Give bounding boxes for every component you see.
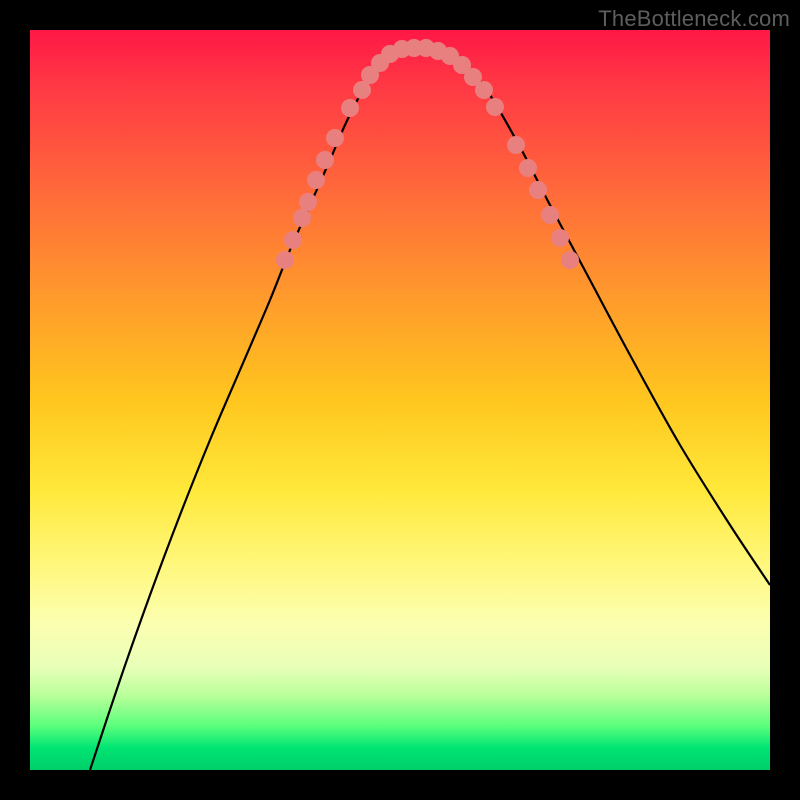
data-point-marker bbox=[341, 99, 359, 117]
curve-group bbox=[90, 47, 770, 770]
data-point-marker bbox=[475, 81, 493, 99]
chart-svg bbox=[30, 30, 770, 770]
data-point-marker bbox=[551, 229, 569, 247]
data-point-marker bbox=[284, 231, 302, 249]
data-point-marker bbox=[541, 206, 559, 224]
data-point-marker bbox=[529, 181, 547, 199]
bottleneck-curve bbox=[90, 47, 770, 770]
data-point-marker bbox=[519, 159, 537, 177]
marker-group bbox=[276, 39, 579, 269]
data-point-marker bbox=[299, 193, 317, 211]
data-point-marker bbox=[561, 251, 579, 269]
data-point-marker bbox=[326, 129, 344, 147]
watermark-text: TheBottleneck.com bbox=[598, 6, 790, 32]
chart-plot-area bbox=[30, 30, 770, 770]
chart-frame: TheBottleneck.com bbox=[0, 0, 800, 800]
data-point-marker bbox=[486, 98, 504, 116]
data-point-marker bbox=[507, 136, 525, 154]
data-point-marker bbox=[276, 251, 294, 269]
data-point-marker bbox=[307, 171, 325, 189]
data-point-marker bbox=[293, 209, 311, 227]
data-point-marker bbox=[316, 151, 334, 169]
